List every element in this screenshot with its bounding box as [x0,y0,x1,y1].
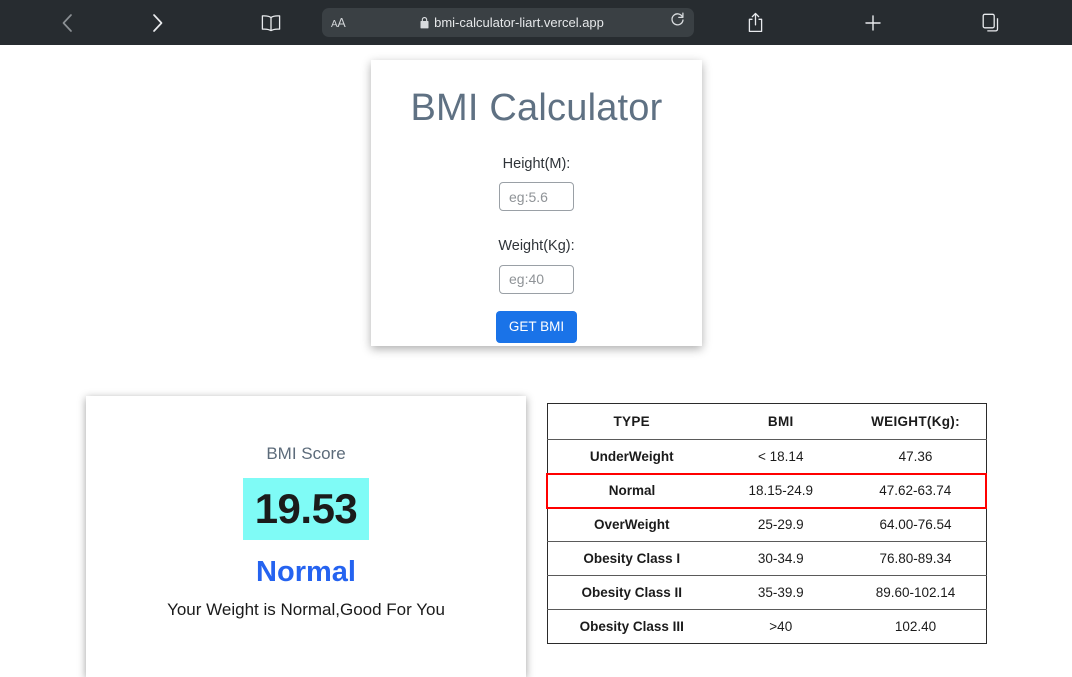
url-display[interactable]: bmi-calculator-liart.vercel.app [361,15,663,30]
text-size-button[interactable]: AAAA [331,16,361,30]
bmi-message: Your Weight is Normal,Good For You [86,600,526,620]
plus-icon [863,13,883,33]
reload-icon [670,12,685,33]
cell-weight: 64.00-76.54 [846,508,987,542]
cell-type: OverWeight [547,508,716,542]
bmi-score-label: BMI Score [86,396,526,464]
bmi-reference-table: TYPE BMI WEIGHT(Kg): UnderWeight < 18.14… [546,403,987,644]
bmi-category: Normal [86,557,526,589]
weight-label: Weight(Kg): [371,238,702,255]
column-header-bmi: BMI [716,404,846,440]
cell-type: Obesity Class III [547,610,716,644]
height-input[interactable] [499,182,574,211]
tabs-icon [982,13,1001,33]
table-body: UnderWeight < 18.14 47.36 Normal 18.15-2… [547,440,986,644]
get-bmi-button[interactable]: GET BMI [496,311,577,344]
reload-button[interactable] [663,12,685,33]
lock-icon [420,17,429,29]
cell-type: Normal [547,474,716,508]
table-row-highlighted: Normal 18.15-24.9 47.62-63.74 [547,474,986,508]
share-icon [747,12,764,34]
chevron-right-icon [150,11,165,35]
cell-bmi: 18.15-24.9 [716,474,846,508]
chevron-left-icon [60,11,75,35]
book-icon [260,13,282,33]
column-header-weight: WEIGHT(Kg): [846,404,987,440]
bookmarks-button[interactable] [248,6,294,40]
table-row: Obesity Class III >40 102.40 [547,610,986,644]
bmi-score-box: 19.53 [243,478,369,540]
table-row: Obesity Class I 30-34.9 76.80-89.34 [547,542,986,576]
bmi-score-value: 19.53 [255,488,358,530]
cell-weight: 76.80-89.34 [846,542,987,576]
page-content: BMI Calculator Height(M): Weight(Kg): GE… [0,45,1072,670]
back-button[interactable] [44,6,90,40]
tabs-button[interactable] [968,6,1014,40]
bmi-result-card: BMI Score 19.53 Normal Your Weight is No… [86,396,526,677]
cell-weight: 47.36 [846,440,987,474]
cell-weight: 89.60-102.14 [846,576,987,610]
forward-button[interactable] [134,6,180,40]
cell-type: Obesity Class I [547,542,716,576]
table-row: UnderWeight < 18.14 47.36 [547,440,986,474]
height-label: Height(M): [371,156,702,173]
bmi-calculator-card: BMI Calculator Height(M): Weight(Kg): GE… [371,60,702,346]
table-header-row: TYPE BMI WEIGHT(Kg): [547,404,986,440]
cell-bmi: >40 [716,610,846,644]
column-header-type: TYPE [547,404,716,440]
address-bar[interactable]: AAAA bmi-calculator-liart.vercel.app [322,8,694,37]
weight-input[interactable] [499,265,574,294]
new-tab-button[interactable] [850,6,896,40]
cell-weight: 102.40 [846,610,987,644]
page-title: BMI Calculator [371,60,702,130]
cell-bmi: 35-39.9 [716,576,846,610]
url-text: bmi-calculator-liart.vercel.app [434,15,604,30]
cell-bmi: < 18.14 [716,440,846,474]
browser-toolbar: AAAA bmi-calculator-liart.vercel.app [0,0,1072,45]
cell-bmi: 30-34.9 [716,542,846,576]
bmi-reference-table-wrapper: TYPE BMI WEIGHT(Kg): UnderWeight < 18.14… [546,403,987,644]
share-button[interactable] [732,6,778,40]
cell-bmi: 25-29.9 [716,508,846,542]
cell-type: Obesity Class II [547,576,716,610]
cell-weight: 47.62-63.74 [846,474,987,508]
table-row: Obesity Class II 35-39.9 89.60-102.14 [547,576,986,610]
cell-type: UnderWeight [547,440,716,474]
table-row: OverWeight 25-29.9 64.00-76.54 [547,508,986,542]
